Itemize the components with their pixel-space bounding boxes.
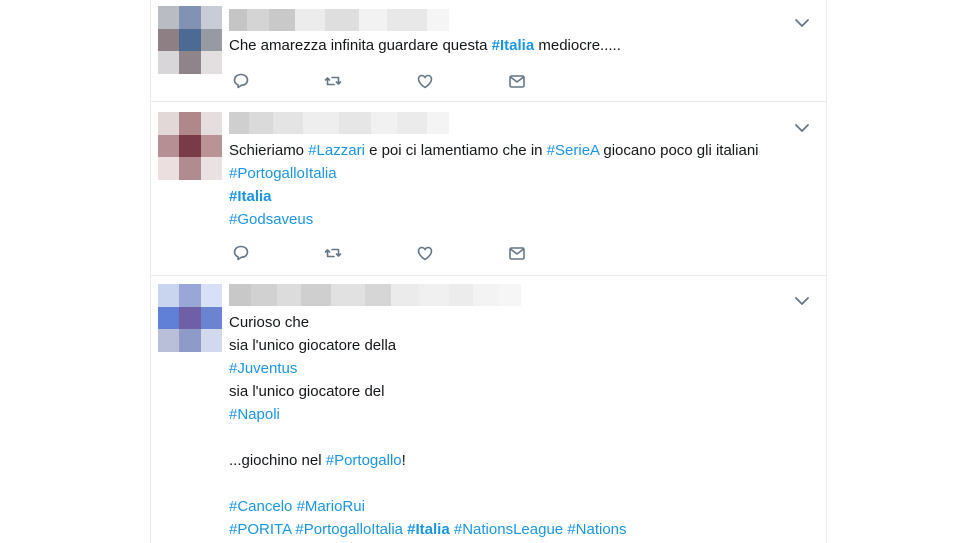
tweet-text-line: sia l'unico giocatore della — [229, 334, 816, 357]
tweet-text-line: #PORITA #PortogalloItalia #Italia #Natio… — [229, 518, 816, 541]
tweet-text-line: #Italia — [229, 185, 816, 208]
tweet-text-fragment: Schieriamo — [229, 142, 309, 159]
author-name-blurred[interactable] — [229, 9, 449, 31]
tweet-text-fragment: Curioso che — [229, 314, 310, 331]
direct-message-icon — [507, 71, 527, 91]
hashtag-link[interactable]: #Italia — [229, 188, 272, 205]
hashtag-link[interactable]: #Portogallo — [326, 452, 402, 469]
tweet-text-fragment: sia l'unico giocatore della — [229, 337, 397, 354]
chevron-down-icon[interactable] — [793, 119, 811, 137]
hashtag-link[interactable]: #Italia — [492, 37, 535, 54]
tweet-text-fragment: giocano poco gli italiani — [599, 142, 759, 159]
like-icon — [415, 71, 435, 91]
reply-button[interactable] — [231, 71, 323, 91]
tweet-text-line: #Napoli — [229, 403, 816, 426]
tweet-text-fragment: sia l'unico giocatore del — [229, 383, 385, 400]
tweet-text-line: #Godsaveus — [229, 208, 816, 231]
tweet-text-line: Curioso che — [229, 311, 816, 334]
retweet-button[interactable] — [323, 71, 415, 91]
author-name-blurred[interactable] — [229, 284, 521, 306]
tweet-text: Curioso che sia l'unico giocatore della #J… — [229, 311, 816, 541]
tweet-actions — [231, 243, 599, 263]
direct-message-button[interactable] — [507, 243, 599, 263]
tweet-text-line: #Juventus — [229, 357, 816, 380]
hashtag-link[interactable]: #MarioRui — [297, 498, 365, 515]
avatar[interactable] — [158, 6, 222, 74]
hashtag-link[interactable]: #Lazzari — [308, 142, 365, 159]
hashtag-link[interactable]: #Nations — [567, 521, 626, 538]
reply-icon — [231, 71, 251, 91]
retweet-button[interactable] — [323, 243, 415, 263]
hashtag-link[interactable]: #PortogalloItalia — [295, 521, 403, 538]
tweet-text-fragment: ...giochino nel — [229, 452, 326, 469]
hashtag-link[interactable]: #Godsaveus — [229, 211, 313, 228]
retweet-icon — [323, 243, 343, 263]
tweet-text: Schieriamo #Lazzari e poi ci lamentiamo … — [229, 139, 816, 231]
avatar[interactable] — [158, 284, 222, 352]
tweet-text-fragment: ! — [401, 452, 406, 469]
tweet-text-line: #Cancelo #MarioRui — [229, 495, 816, 518]
reply-button[interactable] — [231, 243, 323, 263]
avatar[interactable] — [158, 112, 222, 180]
tweet-text-line: Schieriamo #Lazzari e poi ci lamentiamo … — [229, 139, 816, 162]
hashtag-link[interactable]: #Cancelo — [229, 498, 292, 515]
tweet-text-fragment: e poi ci lamentiamo che in — [364, 142, 547, 159]
like-button[interactable] — [415, 71, 507, 91]
author-name-blurred[interactable] — [229, 112, 449, 134]
like-icon — [415, 243, 435, 263]
tweet-text-fragment: Che amarezza infinita guardare questa — [229, 37, 492, 54]
hashtag-link[interactable]: #Juventus — [229, 360, 297, 377]
tweet-text-line: #PortogalloItalia — [229, 162, 816, 185]
tweet-text-fragment: mediocre..... — [534, 37, 621, 54]
tweet-text: Che amarezza infinita guardare questa #I… — [229, 34, 816, 57]
hashtag-link[interactable]: #Napoli — [229, 406, 280, 423]
direct-message-button[interactable] — [507, 71, 599, 91]
like-button[interactable] — [415, 243, 507, 263]
chevron-down-icon[interactable] — [793, 292, 811, 310]
direct-message-icon — [507, 243, 527, 263]
tweet[interactable]: Schieriamo #Lazzari e poi ci lamentiamo … — [151, 102, 826, 276]
chevron-down-icon[interactable] — [793, 14, 811, 32]
tweet-actions — [231, 71, 599, 91]
reply-icon — [231, 243, 251, 263]
tweet-text-line: ...giochino nel #Portogallo! — [229, 449, 816, 472]
tweet[interactable]: Curioso che sia l'unico giocatore della #J… — [151, 276, 826, 543]
hashtag-link[interactable]: #SerieA — [547, 142, 600, 159]
retweet-icon — [323, 71, 343, 91]
hashtag-link[interactable]: #PORITA — [229, 521, 291, 538]
tweet-text-line: Che amarezza infinita guardare questa #I… — [229, 34, 816, 57]
tweet-timeline: Che amarezza infinita guardare questa #I… — [150, 0, 827, 543]
hashtag-link[interactable]: #PortogalloItalia — [229, 165, 337, 182]
tweet-text-line: sia l'unico giocatore del — [229, 380, 816, 403]
hashtag-link[interactable]: #NationsLeague — [454, 521, 563, 538]
hashtag-link[interactable]: #Italia — [407, 521, 450, 538]
tweet[interactable]: Che amarezza infinita guardare questa #I… — [151, 0, 826, 102]
